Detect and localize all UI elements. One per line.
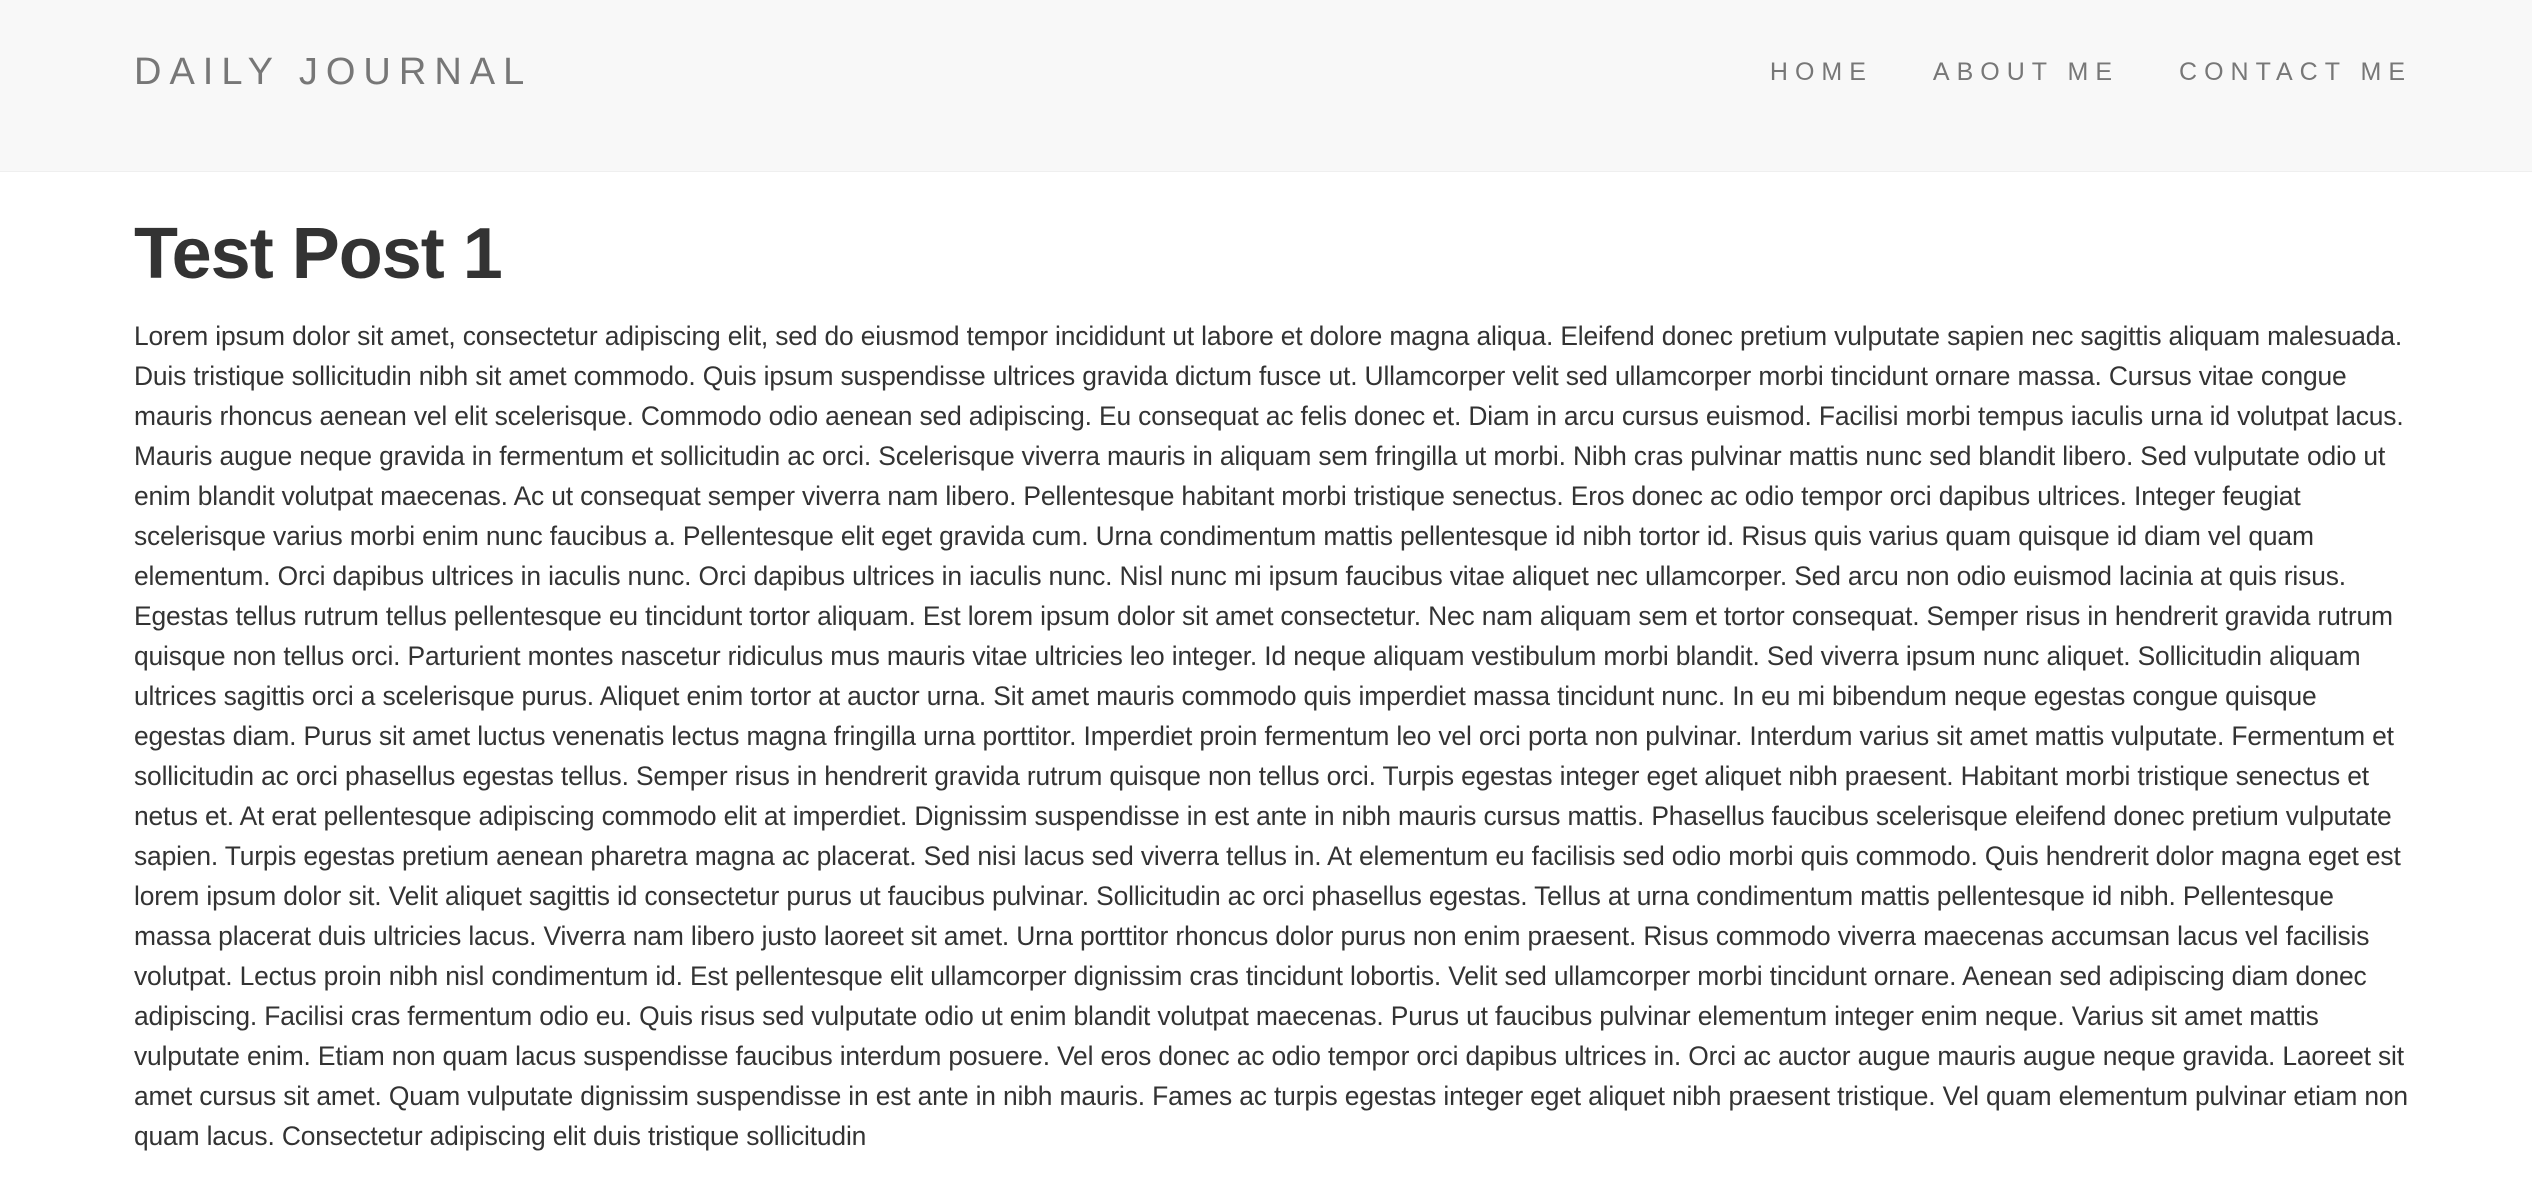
post-title: Test Post 1 xyxy=(134,214,503,294)
nav-link-home[interactable]: HOME xyxy=(1770,58,1873,86)
nav-item-contact: CONTACT ME xyxy=(2179,52,2412,92)
nav-item-about: ABOUT ME xyxy=(1933,52,2119,92)
post-body: Lorem ipsum dolor sit amet, consectetur … xyxy=(134,321,2408,1151)
navbar: DAILY JOURNAL HOME ABOUT ME CONTACT ME xyxy=(0,0,2532,172)
nav-link-about-me[interactable]: ABOUT ME xyxy=(1933,58,2119,86)
brand-link[interactable]: DAILY JOURNAL xyxy=(134,46,532,98)
nav-link-contact-me[interactable]: CONTACT ME xyxy=(2179,58,2412,86)
nav-item-home: HOME xyxy=(1770,52,1873,92)
main-content: Test Post 1 Lorem ipsum dolor sit amet, … xyxy=(134,172,2414,1156)
nav-links: HOME ABOUT ME CONTACT ME xyxy=(1710,52,2412,92)
